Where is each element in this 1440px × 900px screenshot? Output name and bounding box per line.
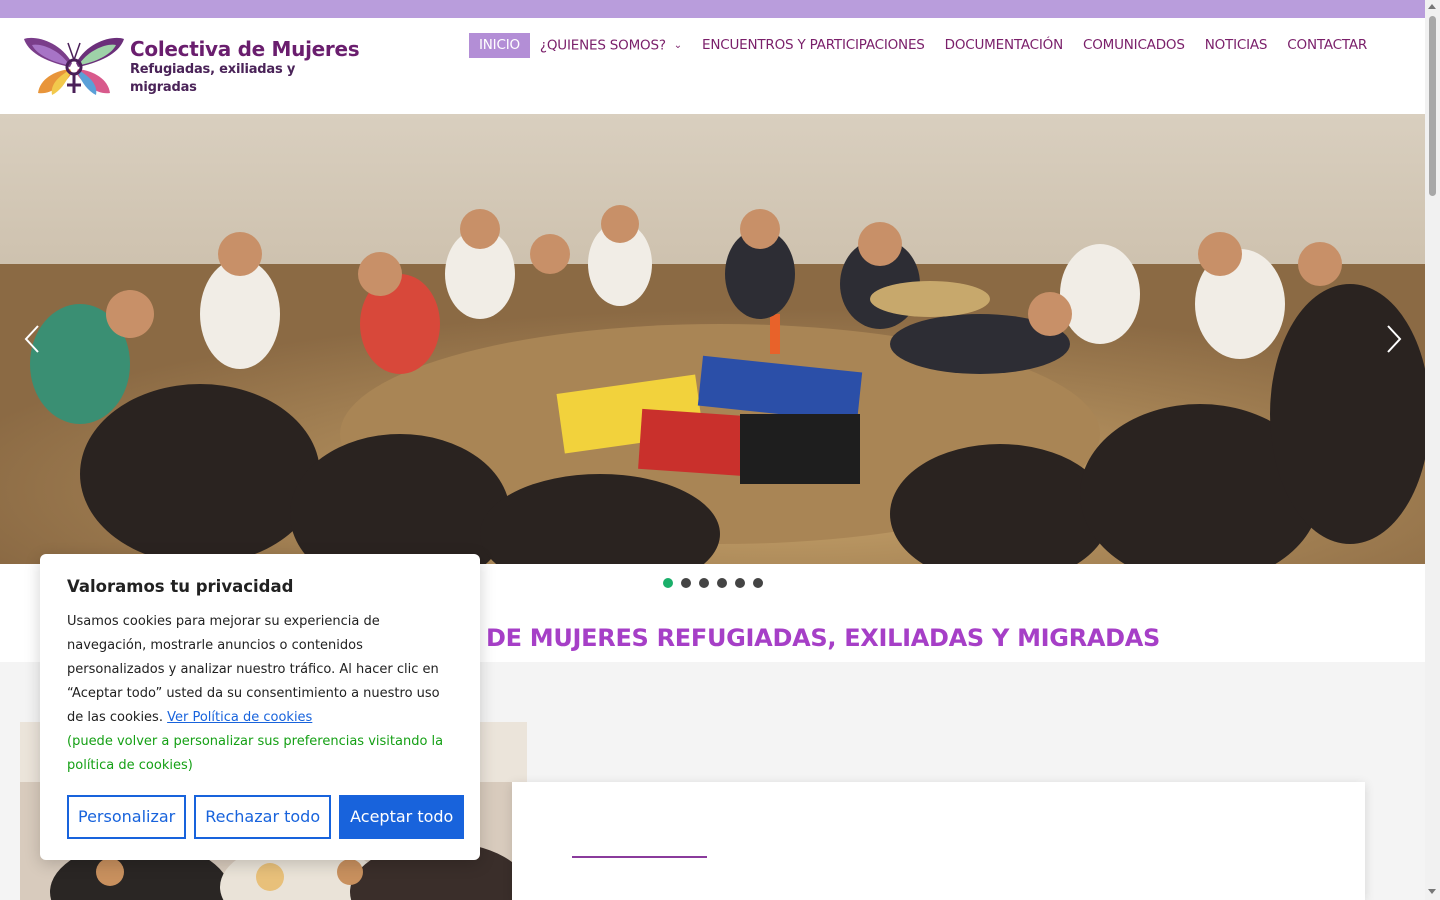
slider-dot[interactable] <box>717 578 727 588</box>
slider-pagination <box>663 578 763 588</box>
main-nav: INICIO ¿QUIENES SOMOS? ⌄ ENCUENTROS Y PAR… <box>469 33 1377 58</box>
page-heading: DE MUJERES REFUGIADAS, EXILIADAS Y MIGRA… <box>486 624 1161 652</box>
page-scrollbar[interactable] <box>1425 0 1440 900</box>
slider-dot[interactable] <box>681 578 691 588</box>
logo-subtitle: Refugiadas, exiliadas y migradas <box>130 62 296 95</box>
cookie-consent-dialog: Valoramos tu privacidad Usamos cookies p… <box>40 554 480 860</box>
about-card <box>512 782 1365 900</box>
nav-item-comunicados[interactable]: COMUNICADOS <box>1073 33 1195 58</box>
cookie-policy-link[interactable]: Ver Política de cookies <box>167 710 312 725</box>
customize-button[interactable]: Personalizar <box>67 795 187 839</box>
card-divider <box>572 856 707 858</box>
logo-title: Colectiva de Mujeres <box>130 37 360 61</box>
slider-dot[interactable] <box>753 578 763 588</box>
slider-dot[interactable] <box>699 578 709 588</box>
nav-item-quienes-somos[interactable]: ¿QUIENES SOMOS? ⌄ <box>530 33 692 58</box>
butterfly-venus-icon <box>24 37 124 95</box>
site-logo[interactable]: Colectiva de Mujeres Refugiadas, exiliad… <box>20 32 360 102</box>
cookie-note: (puede volver a personalizar sus prefere… <box>67 734 444 773</box>
reject-all-button[interactable]: Rechazar todo <box>194 795 332 839</box>
scroll-thumb[interactable] <box>1429 16 1436 196</box>
cookie-text: Usamos cookies para mejorar su experienc… <box>67 614 440 725</box>
cookie-title: Valoramos tu privacidad <box>67 577 294 596</box>
nav-item-encuentros[interactable]: ENCUENTROS Y PARTICIPACIONES <box>692 33 935 58</box>
top-accent-bar <box>0 0 1425 18</box>
scroll-up-arrow-icon[interactable] <box>1428 4 1436 9</box>
chevron-down-icon: ⌄ <box>673 40 682 51</box>
nav-item-inicio[interactable]: INICIO <box>469 33 530 58</box>
slider-prev-button[interactable] <box>20 322 44 356</box>
cookie-buttons: Personalizar Rechazar todo Aceptar todo <box>67 795 465 839</box>
slider-next-button[interactable] <box>1382 322 1406 356</box>
slider-dot[interactable] <box>735 578 745 588</box>
slider-dot[interactable] <box>663 578 673 588</box>
hero-photo <box>0 114 1425 564</box>
hero-slider[interactable] <box>0 114 1425 564</box>
cookie-body: Usamos cookies para mejorar su experienc… <box>67 610 457 778</box>
nav-item-contactar[interactable]: CONTACTAR <box>1277 33 1377 58</box>
nav-item-documentacion[interactable]: DOCUMENTACIÓN <box>935 33 1073 58</box>
site-header: Colectiva de Mujeres Refugiadas, exiliad… <box>0 18 1425 114</box>
nav-item-label: ¿QUIENES SOMOS? <box>539 37 666 54</box>
scroll-down-arrow-icon[interactable] <box>1428 889 1436 894</box>
accept-all-button[interactable]: Aceptar todo <box>339 795 465 839</box>
nav-item-noticias[interactable]: NOTICIAS <box>1195 33 1278 58</box>
